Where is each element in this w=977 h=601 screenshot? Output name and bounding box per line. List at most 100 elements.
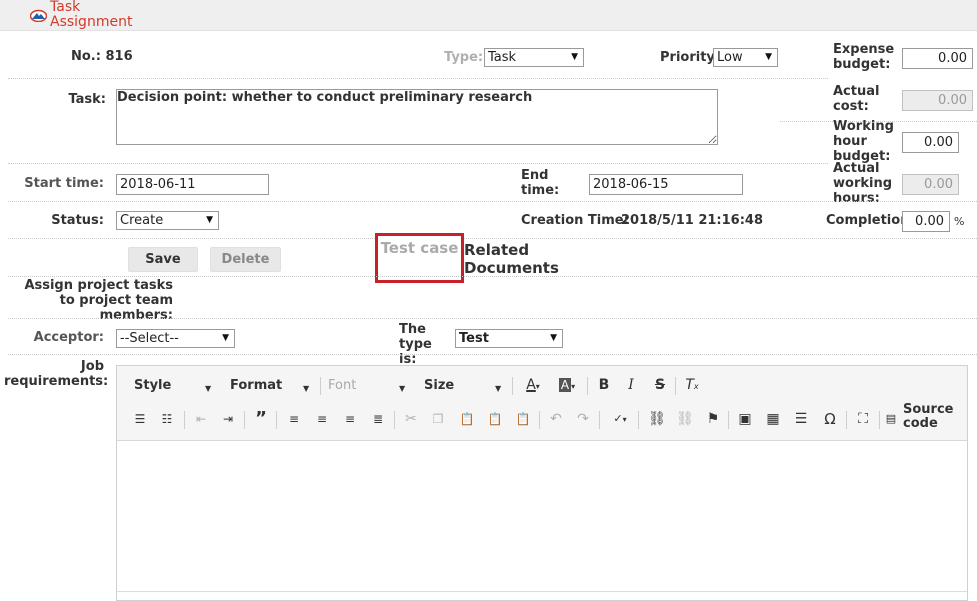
task-label: Task: xyxy=(68,92,106,107)
toolbar-separator xyxy=(728,411,729,429)
priority-select-value: Low xyxy=(717,50,743,65)
font-combo-label: Font xyxy=(328,378,357,393)
the-type-is-label: The type is: xyxy=(399,322,432,367)
divider xyxy=(8,354,977,355)
app-logo-icon xyxy=(30,9,47,22)
strikethrough-icon[interactable]: S xyxy=(649,374,671,396)
expense-budget-input[interactable]: 0.00 xyxy=(902,48,973,69)
toolbar-separator xyxy=(276,411,277,429)
divider xyxy=(8,318,977,319)
chevron-down-icon: ▼ xyxy=(206,215,213,225)
end-time-input[interactable]: 2018-06-15 xyxy=(589,174,743,195)
indent-icon[interactable]: ⇥ xyxy=(217,408,239,430)
type-is-select[interactable]: Test ▼ xyxy=(455,329,563,348)
toolbar-separator xyxy=(846,411,847,429)
blockquote-icon[interactable]: ” xyxy=(250,408,272,430)
save-button[interactable]: Save xyxy=(128,247,198,272)
toolbar-separator xyxy=(638,411,639,429)
unlink-icon[interactable]: ⛓ xyxy=(674,408,696,430)
font-combo[interactable]: Font ▼ xyxy=(328,378,408,393)
table-icon[interactable]: ▦ xyxy=(762,408,784,430)
toolbar-separator xyxy=(512,377,513,395)
undo-icon[interactable]: ↶ xyxy=(545,408,567,430)
redo-icon[interactable]: ↷ xyxy=(572,408,594,430)
source-code-icon[interactable]: ▤ xyxy=(884,408,898,430)
task-textarea[interactable]: Decision point: whether to conduct preli… xyxy=(116,89,718,145)
toolbar-separator xyxy=(394,411,395,429)
anchor-flag-icon[interactable]: ⚑ xyxy=(702,408,724,430)
link-icon[interactable]: ⛓ xyxy=(646,408,668,430)
numbered-list-icon[interactable]: ☰ xyxy=(129,408,151,430)
toolbar-separator xyxy=(244,411,245,429)
divider xyxy=(8,78,828,79)
bold-icon[interactable]: B xyxy=(593,374,615,396)
chevron-down-icon: ▼ xyxy=(571,52,578,62)
cut-icon[interactable]: ✂ xyxy=(400,408,422,430)
align-center-icon[interactable]: ≡ xyxy=(311,408,333,430)
justify-icon[interactable]: ≣ xyxy=(367,408,389,430)
chevron-down-icon: ▼ xyxy=(399,384,406,393)
acceptor-select-value: --Select-- xyxy=(120,331,179,346)
actual-working-hours-label: Actual working hours: xyxy=(833,161,893,206)
toolbar-separator xyxy=(675,377,676,395)
size-combo[interactable]: Size ▼ xyxy=(424,378,504,393)
source-code-button[interactable]: Source code xyxy=(903,403,963,431)
assign-label: Assign project tasks to project team mem… xyxy=(24,278,173,323)
chevron-down-icon: ▼ xyxy=(222,333,229,343)
spellcheck-icon[interactable]: ✓▾ xyxy=(606,408,634,430)
acceptor-label: Acceptor: xyxy=(33,330,104,345)
start-time-label: Start time: xyxy=(24,176,104,191)
start-time-input[interactable]: 2018-06-11 xyxy=(116,174,269,195)
maximize-icon[interactable]: ⛶ xyxy=(852,408,874,430)
toolbar-separator xyxy=(320,377,321,395)
image-icon[interactable]: ▣ xyxy=(734,408,756,430)
status-label: Status: xyxy=(51,213,104,228)
creation-time-label: Creation Time: xyxy=(521,213,629,228)
type-select[interactable]: Task ▼ xyxy=(484,48,584,67)
acceptor-select[interactable]: --Select-- ▼ xyxy=(116,329,235,348)
actual-working-hours-input: 0.00 xyxy=(902,174,959,195)
priority-select[interactable]: Low ▼ xyxy=(713,48,778,67)
divider xyxy=(8,238,977,239)
divider xyxy=(8,276,977,277)
toolbar-separator xyxy=(879,411,880,429)
working-hour-budget-input[interactable]: 0.00 xyxy=(902,132,959,153)
copy-icon[interactable]: ❐ xyxy=(427,408,449,430)
format-combo[interactable]: Format ▼ xyxy=(230,378,312,393)
align-right-icon[interactable]: ≡ xyxy=(339,408,361,430)
actual-cost-input: 0.00 xyxy=(902,90,973,111)
bulleted-list-icon[interactable]: ☷ xyxy=(156,408,178,430)
align-left-icon[interactable]: ≡ xyxy=(283,408,305,430)
paste-icon[interactable]: 📋 xyxy=(456,408,478,430)
completion-input[interactable]: 0.00 xyxy=(902,211,950,232)
chevron-down-icon: ▼ xyxy=(765,52,772,62)
background-color-icon[interactable]: A ▾ xyxy=(553,374,581,396)
title-bar xyxy=(0,0,977,31)
style-combo-label: Style xyxy=(134,378,172,393)
special-character-icon[interactable]: Ω xyxy=(819,408,841,430)
status-select-value: Create xyxy=(120,213,164,228)
page-title: Task Assignment xyxy=(50,0,133,30)
toolbar-separator xyxy=(184,411,185,429)
style-combo[interactable]: Style ▼ xyxy=(134,378,214,393)
paste-word-icon[interactable]: 📋 xyxy=(512,408,534,430)
chevron-down-icon: ▼ xyxy=(205,384,212,393)
divider xyxy=(8,201,977,202)
outdent-icon[interactable]: ⇤ xyxy=(190,408,212,430)
related-documents-tab[interactable]: Related Documents xyxy=(464,241,564,277)
horizontal-rule-icon[interactable]: ☰ xyxy=(790,408,812,430)
task-number: No.: 816 xyxy=(71,49,133,64)
text-color-icon[interactable]: A▾ xyxy=(519,374,547,396)
toolbar-separator xyxy=(539,411,540,429)
remove-format-icon[interactable]: Tx xyxy=(681,374,703,396)
paste-text-icon[interactable]: 📋 xyxy=(484,408,506,430)
priority-label: Priority: xyxy=(660,50,721,65)
actual-cost-label: Actual cost: xyxy=(833,84,880,114)
status-select[interactable]: Create ▼ xyxy=(116,211,219,230)
delete-button[interactable]: Delete xyxy=(210,247,281,272)
chevron-down-icon: ▼ xyxy=(495,384,502,393)
italic-icon[interactable]: I xyxy=(620,374,642,396)
chevron-down-icon: ▼ xyxy=(303,384,310,393)
working-hour-budget-label: Working hour budget: xyxy=(833,119,894,164)
type-label: Type: xyxy=(444,50,484,65)
